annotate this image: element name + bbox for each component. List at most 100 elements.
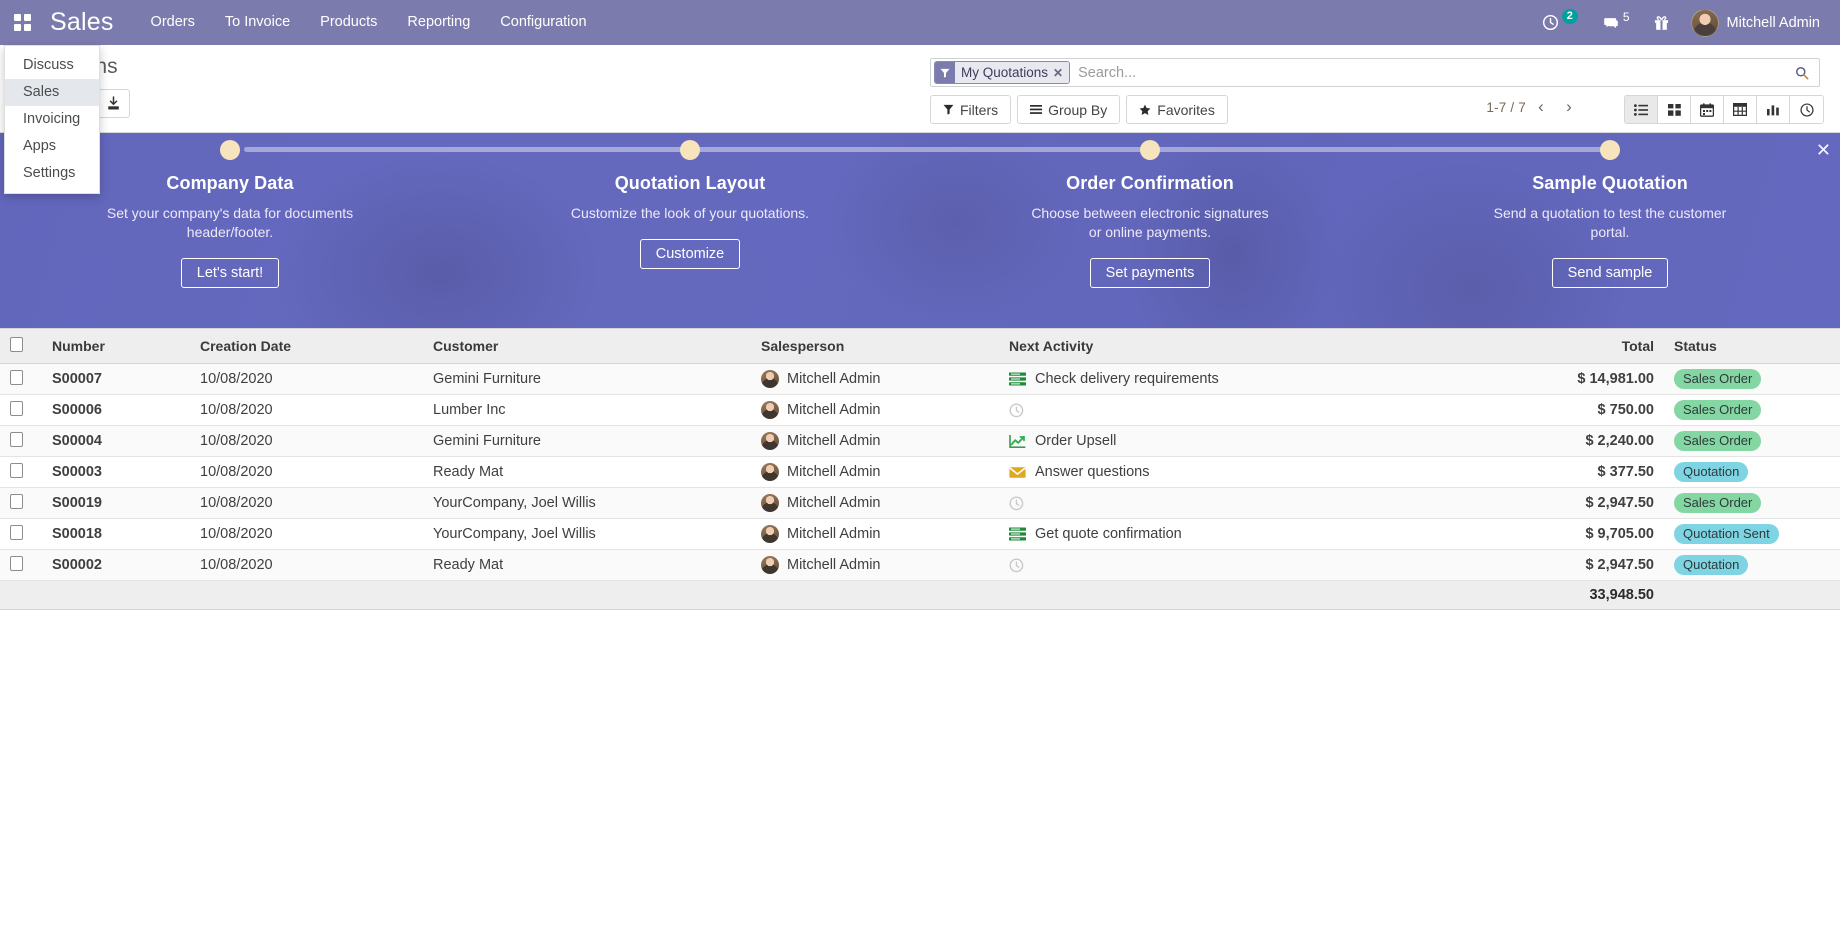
column-header-next-activity[interactable]: Next Activity xyxy=(999,328,1417,364)
table-row[interactable]: S00002 10/08/2020 Ready Mat Mitchell Admin $… xyxy=(0,549,1840,581)
cell-creation-date: 10/08/2020 xyxy=(190,518,423,550)
cell-salesperson: Mitchell Admin xyxy=(751,518,999,550)
gift-menu[interactable] xyxy=(1642,0,1681,45)
row-select-cell xyxy=(0,425,42,457)
import-button[interactable] xyxy=(96,89,131,118)
search-input[interactable] xyxy=(1070,59,1785,86)
search-options-buttons: Filters Group By Favorites xyxy=(930,95,1228,124)
avatar xyxy=(761,370,779,388)
favorites-button[interactable]: Favorites xyxy=(1126,95,1228,124)
avatar xyxy=(761,401,779,419)
table-row[interactable]: S00007 10/08/2020 Gemini Furniture Mitchell… xyxy=(0,363,1840,395)
menu-item-to-invoice[interactable]: To Invoice xyxy=(210,0,305,45)
cell-creation-date: 10/08/2020 xyxy=(190,456,423,488)
activity-label: Check delivery requirements xyxy=(1035,371,1219,387)
favorites-button-label: Favorites xyxy=(1157,101,1215,118)
activities-menu[interactable]: 2 xyxy=(1530,0,1590,45)
filters-button[interactable]: Filters xyxy=(930,95,1012,124)
search-facet-label: My Quotations xyxy=(961,65,1049,80)
cell-status: Quotation xyxy=(1664,456,1840,488)
table-footer: 33,948.50 xyxy=(0,580,1840,610)
column-header-status[interactable]: Status xyxy=(1664,328,1840,364)
step-action-button[interactable]: Let's start! xyxy=(180,258,280,288)
apps-dropdown-menu: Discuss Sales Invoicing Apps Settings xyxy=(4,45,100,194)
footer-total-amount: 33,948.50 xyxy=(1417,580,1664,610)
cell-number: S00018 xyxy=(42,518,190,550)
cell-salesperson: Mitchell Admin xyxy=(751,363,999,395)
row-checkbox[interactable] xyxy=(10,462,23,478)
search-facet-my-quotations[interactable]: My Quotations ✕ xyxy=(934,61,1071,84)
table-row[interactable]: S00006 10/08/2020 Lumber Inc Mitchell Admin… xyxy=(0,394,1840,426)
apps-menu-item-discuss[interactable]: Discuss xyxy=(5,52,99,79)
status-badge: Sales Order xyxy=(1674,400,1762,420)
cell-number: S00004 xyxy=(42,425,190,457)
avatar xyxy=(761,525,779,543)
step-action-button[interactable]: Send sample xyxy=(1551,258,1669,288)
chevron-left-icon[interactable]: ‹ xyxy=(1528,97,1554,117)
step-title: Quotation Layout xyxy=(614,173,766,193)
row-checkbox[interactable] xyxy=(10,524,23,540)
row-select-cell xyxy=(0,487,42,519)
activity-label: Order Upsell xyxy=(1035,433,1117,449)
menu-item-configuration[interactable]: Configuration xyxy=(485,0,601,45)
apps-menu-item-invoicing[interactable]: Invoicing xyxy=(5,106,99,133)
pivot-view-icon[interactable] xyxy=(1724,96,1757,123)
column-header-salesperson[interactable]: Salesperson xyxy=(751,328,999,364)
table-row[interactable]: S00019 10/08/2020 YourCompany, Joel Willis… xyxy=(0,487,1840,519)
row-checkbox[interactable] xyxy=(10,555,23,571)
chevron-right-icon[interactable]: › xyxy=(1556,97,1582,117)
close-icon[interactable]: ✕ xyxy=(1053,66,1063,80)
cell-number: S00007 xyxy=(42,363,190,395)
table-row[interactable]: S00018 10/08/2020 YourCompany, Joel Willis… xyxy=(0,518,1840,550)
select-all-header xyxy=(0,328,42,364)
cell-customer: Lumber Inc xyxy=(423,394,751,426)
row-checkbox[interactable] xyxy=(10,493,23,509)
select-all-checkbox[interactable] xyxy=(10,337,23,352)
row-checkbox[interactable] xyxy=(10,431,23,447)
pager: 1-7 / 7 ‹ › xyxy=(1486,97,1582,117)
group-by-button-label: Group By xyxy=(1048,101,1108,118)
navbar-right-area: 2 5 Mitchell Admin xyxy=(1530,0,1840,45)
table-row[interactable]: S00004 10/08/2020 Gemini Furniture Mitchell… xyxy=(0,425,1840,457)
column-header-number[interactable]: Number xyxy=(42,328,190,364)
row-checkbox[interactable] xyxy=(10,369,23,385)
chat-bubble-icon xyxy=(1604,17,1618,28)
table-row[interactable]: S00003 10/08/2020 Ready Mat Mitchell Admin A… xyxy=(0,456,1840,488)
column-header-creation-date[interactable]: Creation Date xyxy=(190,328,423,364)
menu-item-reporting[interactable]: Reporting xyxy=(392,0,485,45)
status-badge: Sales Order xyxy=(1674,493,1762,513)
step-action-button[interactable]: Customize xyxy=(639,239,741,269)
menu-item-orders[interactable]: Orders xyxy=(136,0,210,45)
filter-icon xyxy=(943,104,954,115)
kanban-view-icon[interactable] xyxy=(1658,96,1691,123)
avatar xyxy=(761,463,779,481)
search-icon[interactable] xyxy=(1785,66,1819,80)
list-view-icon[interactable] xyxy=(1625,96,1658,123)
apps-menu-item-settings[interactable]: Settings xyxy=(5,160,99,187)
activity-label: Answer questions xyxy=(1035,464,1150,480)
pager-range: 1-7 / 7 xyxy=(1486,99,1526,115)
onboarding-step-quotation-layout: Quotation Layout Customize the look of y… xyxy=(460,133,920,288)
row-checkbox[interactable] xyxy=(10,400,23,416)
apps-menu-item-apps[interactable]: Apps xyxy=(5,133,99,160)
apps-menu-item-sales[interactable]: Sales xyxy=(5,79,99,106)
onboarding-steps: Company Data Set your company's data for… xyxy=(0,133,1840,288)
step-dot-icon xyxy=(1140,140,1160,160)
graph-view-icon[interactable] xyxy=(1757,96,1790,123)
cell-next-activity: Order Upsell xyxy=(999,425,1417,457)
cell-customer: YourCompany, Joel Willis xyxy=(423,487,751,519)
column-header-customer[interactable]: Customer xyxy=(423,328,751,364)
menu-item-products[interactable]: Products xyxy=(305,0,392,45)
activity-view-icon[interactable] xyxy=(1790,96,1823,123)
user-menu[interactable]: Mitchell Admin xyxy=(1681,0,1828,45)
column-header-total[interactable]: Total xyxy=(1417,328,1664,364)
cell-next-activity xyxy=(999,549,1417,581)
messages-menu[interactable]: 5 xyxy=(1590,0,1642,45)
group-by-button[interactable]: Group By xyxy=(1017,95,1121,124)
calendar-view-icon[interactable] xyxy=(1691,96,1724,123)
cell-total: $ 14,981.00 xyxy=(1417,363,1664,395)
step-action-button[interactable]: Set payments xyxy=(1089,258,1211,288)
cell-status: Sales Order xyxy=(1664,487,1840,519)
apps-grid-icon[interactable] xyxy=(0,0,44,45)
app-brand-title[interactable]: Sales xyxy=(44,0,136,45)
